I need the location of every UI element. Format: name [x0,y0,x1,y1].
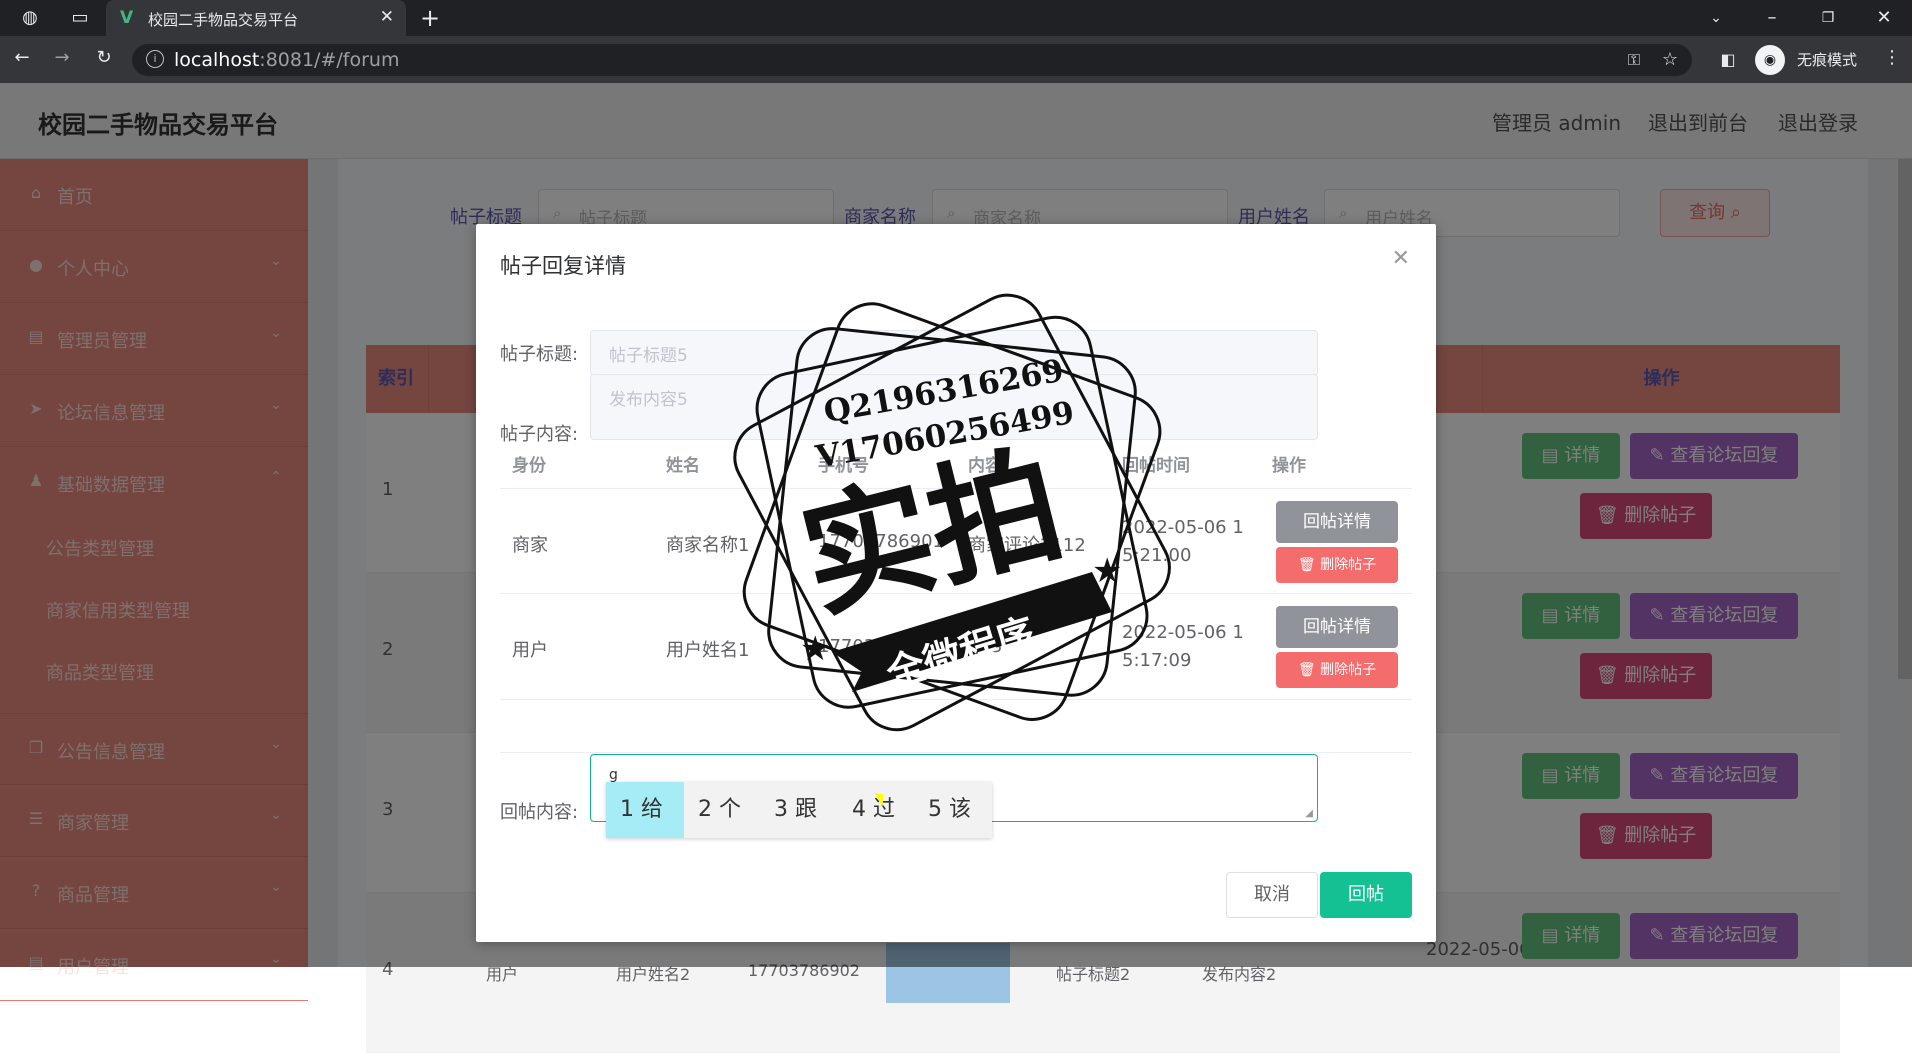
col-name: 姓名 [666,456,700,476]
reply-role: 用户 [512,640,548,661]
side-panel-icon[interactable]: ◧ [1716,48,1740,72]
submit-reply-button[interactable]: 回帖 [1320,872,1412,918]
divider [500,752,1412,753]
col-actions: 操作 [1272,456,1306,476]
back-icon[interactable]: ← [10,46,34,70]
post-content-label: 帖子内容: [500,424,579,445]
close-tab-icon[interactable]: ✕ [380,7,394,27]
browser-address-bar: ← → ↻ i localhost:8081/#/forum ⚿ ☆ ◧ ◉ 无… [0,36,1912,83]
globe-icon[interactable]: ◍ [18,6,42,30]
post-title-label: 帖子标题: [500,344,579,365]
browser-tab[interactable]: V 校园二手物品交易平台 ✕ [106,0,406,36]
bookmark-star-icon[interactable]: ☆ [1658,48,1682,72]
ime-candidate[interactable]: 5 该 [928,782,971,838]
vue-logo-icon: V [120,8,134,28]
close-icon[interactable]: ✕ [1392,246,1410,271]
incognito-indicator[interactable]: ◉ 无痕模式 [1755,43,1885,77]
delete-reply-button[interactable]: 🗑 删除帖子 [1276,547,1398,583]
browser-menu-icon[interactable]: ⋮ [1880,46,1904,70]
cancel-button[interactable]: 取消 [1226,872,1318,918]
delete-reply-button[interactable]: 🗑 删除帖子 [1276,652,1398,688]
watermark-stamp: Q2196316269 V17060256499 实拍 全微程序 ★ ★ [733,293,1171,732]
url-field[interactable]: i localhost:8081/#/forum ⚿ ☆ [132,44,1692,76]
tab-strip-icon[interactable]: ▭ [68,6,92,30]
ime-candidate[interactable]: 2 个 [698,782,741,838]
ime-candidate[interactable]: 1 给 [606,782,684,838]
reply-typed-text: g [609,767,618,783]
reply-detail-button[interactable]: 回帖详情 [1276,501,1398,543]
reply-detail-button[interactable]: 回帖详情 [1276,606,1398,648]
post-content-value: 发布内容5 [609,390,688,410]
tab-search-icon[interactable]: ⌄ [1704,6,1728,30]
key-icon[interactable]: ⚿ [1622,48,1646,72]
incognito-icon: ◉ [1755,45,1785,75]
post-title-value: 帖子标题5 [609,346,688,366]
close-window-icon[interactable]: ✕ [1872,6,1896,30]
url-text: localhost:8081/#/forum [174,49,400,71]
ime-candidate[interactable]: 3 跟 [774,782,817,838]
tab-title: 校园二手物品交易平台 [148,11,299,29]
site-info-icon[interactable]: i [146,50,164,68]
reply-content-label: 回帖内容: [500,802,579,823]
new-tab-icon[interactable]: + [418,6,442,30]
incognito-label: 无痕模式 [1797,51,1858,69]
star-icon: ★ [1092,551,1122,591]
ime-candidate[interactable]: 4 过 [852,782,895,838]
browser-tab-bar: ◍ ▭ V 校园二手物品交易平台 ✕ + ⌄ – ❐ ✕ [0,0,1912,36]
forward-icon[interactable]: → [50,46,74,70]
ime-candidate-bar: 1 给 2 个 3 跟 4 过 5 该 [606,782,992,838]
restore-icon[interactable]: ❐ [1816,6,1840,30]
col-role: 身份 [512,456,546,476]
reply-role: 商家 [512,535,548,556]
minimize-icon[interactable]: – [1760,6,1784,30]
star-icon: ★ [800,629,830,669]
reload-icon[interactable]: ↻ [92,46,116,70]
dialog-title: 帖子回复详情 [500,254,626,278]
resize-handle-icon[interactable]: ◢ [1305,808,1313,819]
